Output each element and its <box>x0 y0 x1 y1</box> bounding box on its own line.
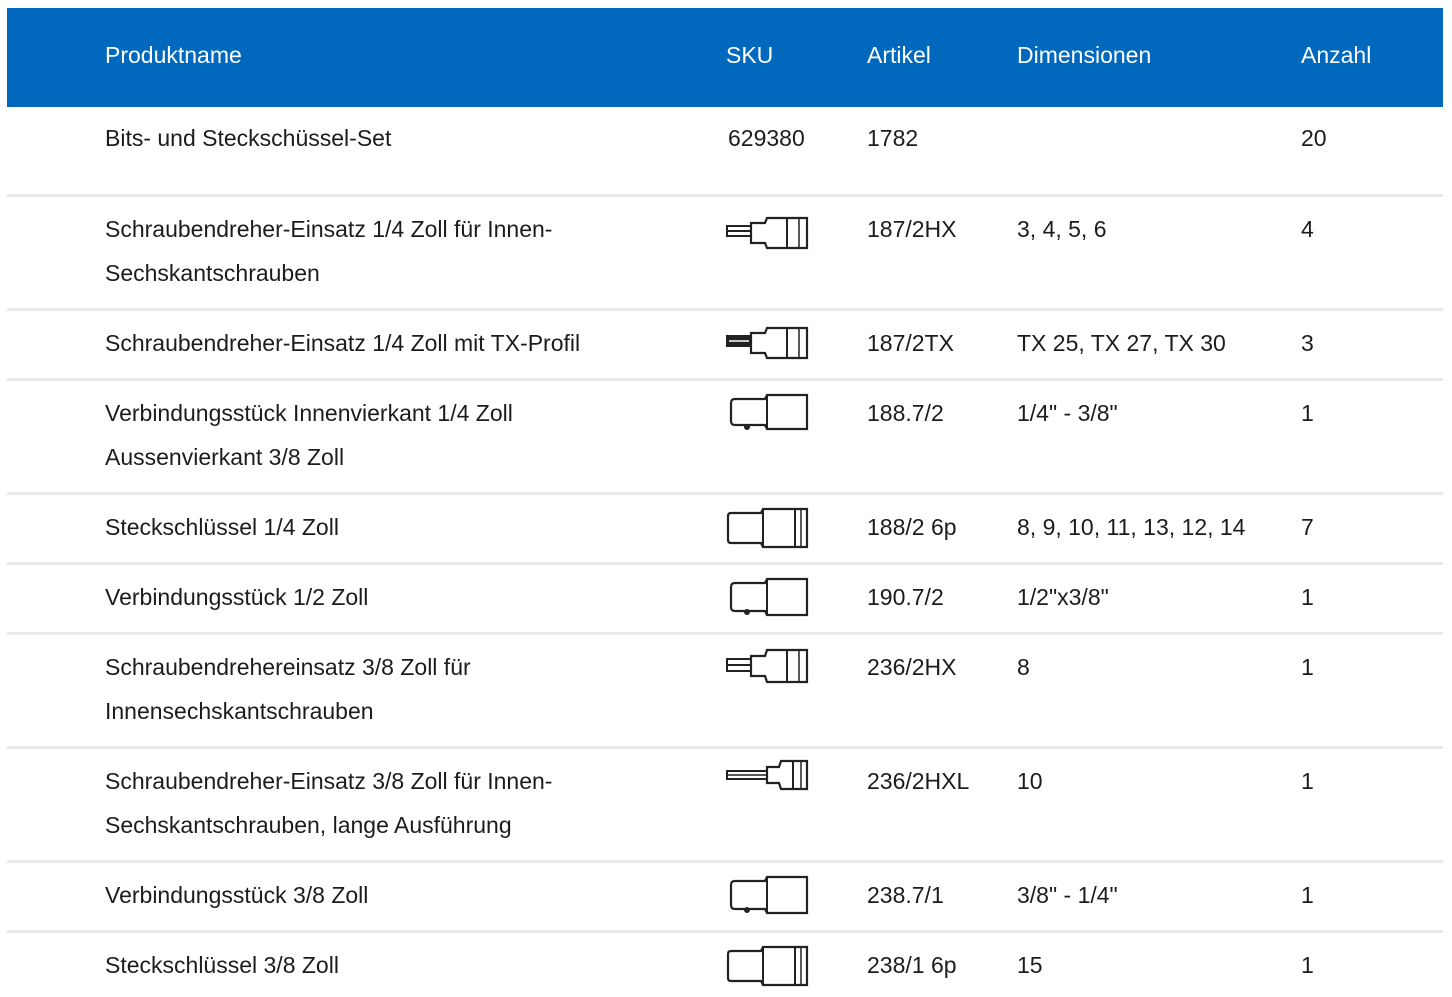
product-quantity: 1 <box>1301 768 1314 794</box>
adapter-icon <box>725 875 811 917</box>
product-quantity: 7 <box>1301 514 1314 540</box>
product-dimensions: 8 <box>1017 654 1030 680</box>
product-name: Steckschlüssel 1/4 Zoll <box>105 514 339 540</box>
product-quantity: 1 <box>1301 952 1314 978</box>
product-dimensions: 1/4" - 3/8" <box>1017 400 1118 426</box>
table-row: Bits- und Steckschüssel-Set 629380 1782 … <box>7 107 1443 197</box>
long-hex-bit-socket-icon <box>725 757 811 799</box>
adapter-icon <box>725 391 811 433</box>
socket-icon <box>725 945 811 987</box>
header-article: Artikel <box>867 42 931 68</box>
product-table: Produktname SKU Artikel Dimensionen Anza… <box>7 8 1443 993</box>
torx-bit-socket-icon <box>725 321 811 363</box>
table-row: Verbindungsstück 3/8 Zoll 238.7/1 3/8" -… <box>7 863 1443 933</box>
product-quantity: 1 <box>1301 400 1314 426</box>
product-name: Schraubendreher-Einsatz 1/4 Zoll mit TX-… <box>105 330 581 356</box>
product-name: Bits- und Steckschüssel-Set <box>105 125 392 151</box>
product-sku: 629380 <box>728 125 805 151</box>
adapter-icon <box>725 577 811 619</box>
header-quantity: Anzahl <box>1301 42 1372 68</box>
product-article: 187/2HX <box>867 216 957 242</box>
product-dimensions: TX 25, TX 27, TX 30 <box>1017 330 1226 356</box>
product-article: 236/2HXL <box>867 768 970 794</box>
product-quantity: 4 <box>1301 216 1314 242</box>
table-row: Schraubendrehereinsatz 3/8 Zoll für Inne… <box>7 635 1443 749</box>
table-header: Produktname SKU Artikel Dimensionen Anza… <box>7 8 1443 107</box>
product-quantity: 20 <box>1301 125 1327 151</box>
product-article: 190.7/2 <box>867 584 944 610</box>
table-row: Schraubendreher-Einsatz 1/4 Zoll mit TX-… <box>7 311 1443 381</box>
header-dimensions: Dimensionen <box>1017 42 1152 68</box>
product-name: Steckschlüssel 3/8 Zoll <box>105 952 339 978</box>
product-article: 188.7/2 <box>867 400 944 426</box>
product-dimensions: 8, 9, 10, 11, 13, 12, 14 <box>1017 514 1246 540</box>
product-article: 236/2HX <box>867 654 957 680</box>
product-dimensions: 10 <box>1017 768 1043 794</box>
socket-icon <box>725 507 811 549</box>
table-row: Verbindungsstück Innenvierkant 1/4 Zoll … <box>7 381 1443 495</box>
product-name: Verbindungsstück 1/2 Zoll <box>105 584 369 610</box>
product-article: 238/1 6p <box>867 952 957 978</box>
product-dimensions: 1/2"x3/8" <box>1017 584 1109 610</box>
product-dimensions: 15 <box>1017 952 1043 978</box>
product-name: Schraubendreher-Einsatz 1/4 Zoll für Inn… <box>105 216 553 286</box>
product-quantity: 1 <box>1301 584 1314 610</box>
product-dimensions: 3/8" - 1/4" <box>1017 882 1118 908</box>
product-article: 238.7/1 <box>867 882 944 908</box>
product-article: 188/2 6p <box>867 514 957 540</box>
product-article: 1782 <box>867 125 919 151</box>
table-row: Verbindungsstück 1/2 Zoll 190.7/2 1/2"x3… <box>7 565 1443 635</box>
table-row: Steckschlüssel 3/8 Zoll 238/1 6p 15 1 <box>7 933 1443 993</box>
table-row: Schraubendreher-Einsatz 3/8 Zoll für Inn… <box>7 749 1443 863</box>
header-product-name: Produktname <box>105 42 242 68</box>
header-sku: SKU <box>726 42 774 68</box>
product-quantity: 1 <box>1301 882 1314 908</box>
product-quantity: 3 <box>1301 330 1314 356</box>
product-name: Verbindungsstück 3/8 Zoll <box>105 882 369 908</box>
product-quantity: 1 <box>1301 654 1314 680</box>
product-name: Schraubendrehereinsatz 3/8 Zoll für Inne… <box>105 654 471 724</box>
product-name: Schraubendreher-Einsatz 3/8 Zoll für Inn… <box>105 768 553 838</box>
hex-bit-socket-icon <box>725 645 811 687</box>
product-article: 187/2TX <box>867 330 954 356</box>
table-row: Schraubendreher-Einsatz 1/4 Zoll für Inn… <box>7 197 1443 311</box>
hex-bit-socket-icon <box>725 211 811 253</box>
table-row: Steckschlüssel 1/4 Zoll 188/2 6p 8, 9, 1… <box>7 495 1443 565</box>
product-dimensions: 3, 4, 5, 6 <box>1017 216 1107 242</box>
product-name: Verbindungsstück Innenvierkant 1/4 Zoll … <box>105 400 513 470</box>
